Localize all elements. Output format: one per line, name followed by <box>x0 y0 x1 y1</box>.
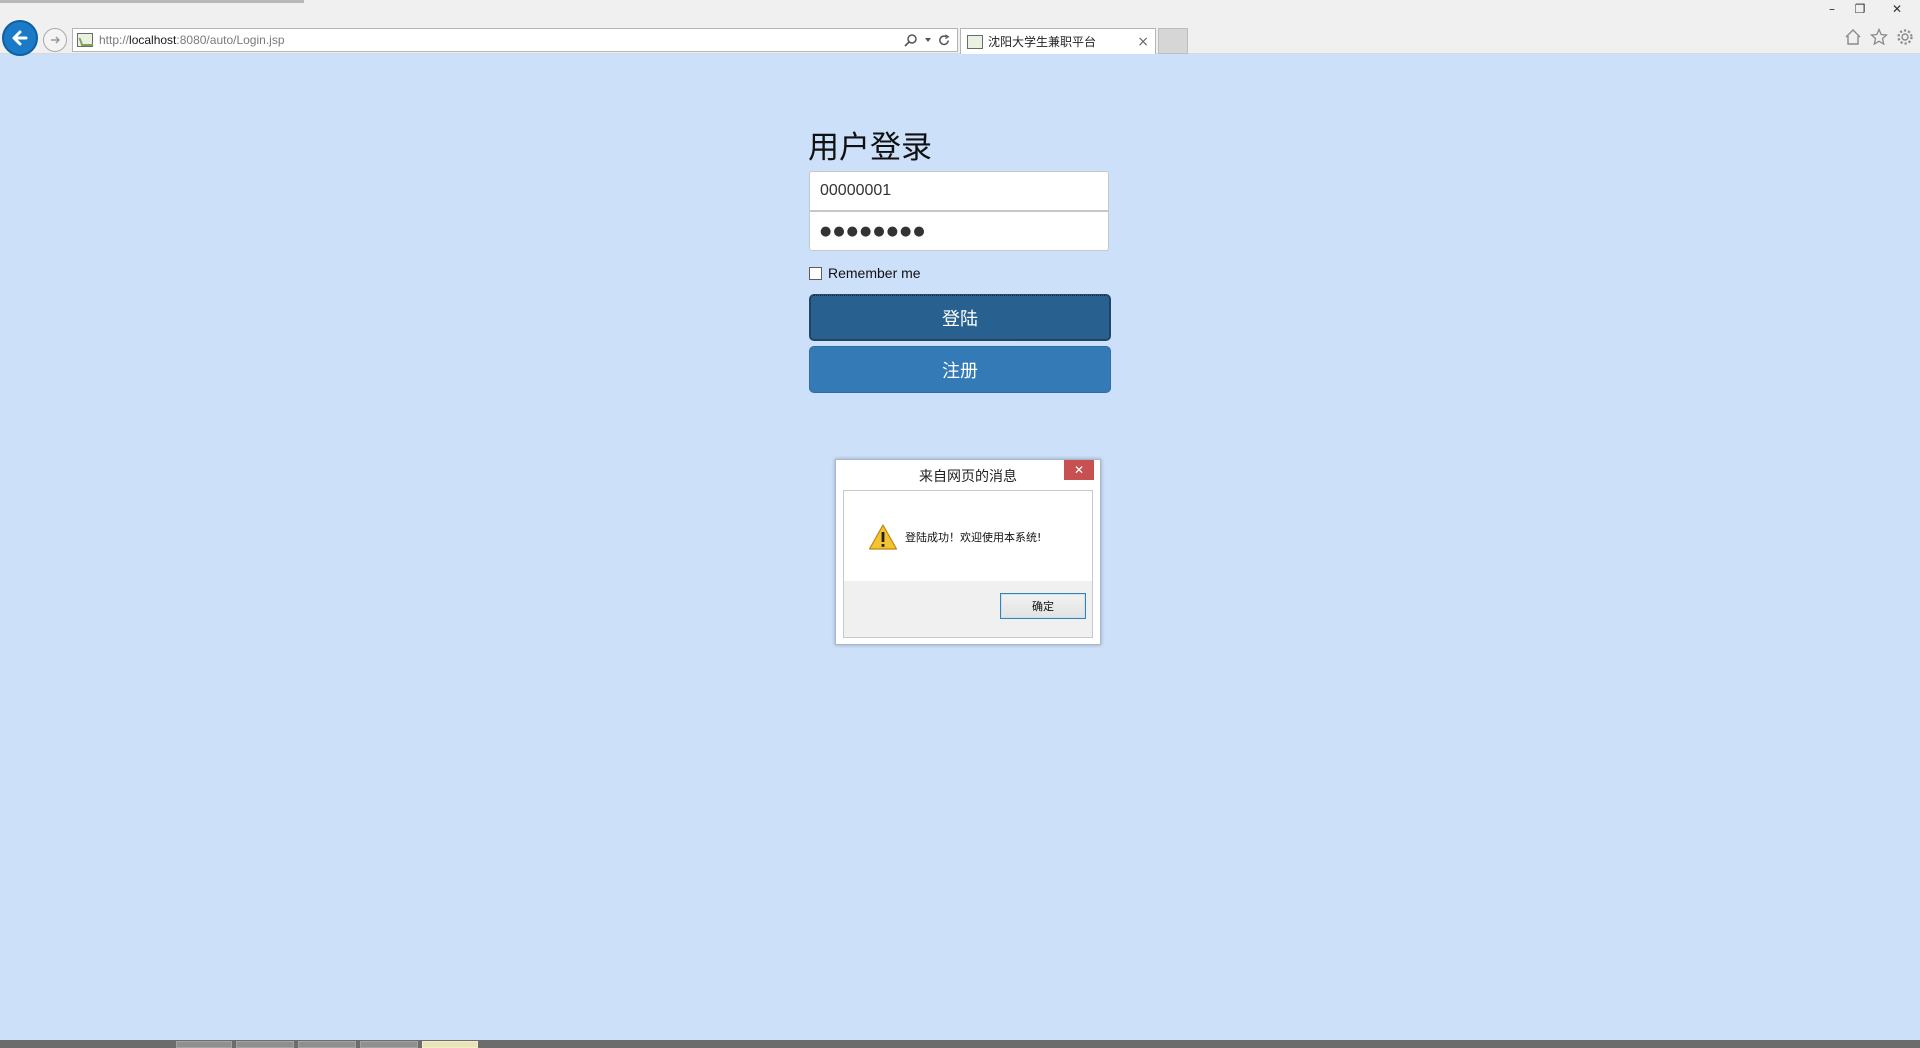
warning-icon <box>868 524 898 550</box>
dropdown-arrow-icon[interactable] <box>924 36 932 44</box>
window-controls: – ❐ ✕ <box>1818 0 1920 18</box>
dialog-body: 登陆成功！欢迎使用本系统! 确定 <box>843 490 1093 638</box>
address-bar[interactable]: http://localhost:8080/auto/Login.jsp <box>72 28 958 52</box>
browser-toolbar-icons <box>1844 28 1914 46</box>
settings-gear-icon[interactable] <box>1896 28 1914 46</box>
taskbar-item[interactable] <box>360 1041 418 1048</box>
restore-button[interactable]: ❐ <box>1846 0 1874 18</box>
remember-me-row: Remember me <box>809 263 1111 283</box>
dialog-titlebar: 来自网页的消息 ✕ <box>836 460 1100 490</box>
dialog-title: 来自网页的消息 <box>919 469 1017 485</box>
home-icon[interactable] <box>1844 28 1862 46</box>
alert-dialog: 来自网页的消息 ✕ 登陆成功！欢迎使用本系统! 确定 <box>835 459 1101 645</box>
favorites-star-icon[interactable] <box>1870 28 1888 46</box>
login-title: 用户登录 <box>808 130 932 166</box>
forward-arrow-icon <box>51 36 61 44</box>
login-form: 用户登录 Remember me 登陆 注册 <box>808 125 1111 393</box>
dialog-message: 登陆成功！欢迎使用本系统! <box>905 531 1042 544</box>
register-button[interactable]: 注册 <box>809 346 1111 393</box>
tab-close-icon[interactable]: × <box>1137 35 1149 49</box>
page-favicon-icon <box>77 33 93 47</box>
dialog-message-area: 登陆成功！欢迎使用本系统! <box>844 491 1092 583</box>
remember-me-label[interactable]: Remember me <box>828 265 921 281</box>
back-arrow-icon <box>12 30 28 46</box>
address-tools <box>904 33 951 47</box>
back-button[interactable] <box>2 20 38 56</box>
ok-button[interactable]: 确定 <box>1000 593 1086 619</box>
password-input[interactable] <box>809 211 1109 251</box>
tab-title: 沈阳大学生兼职平台 <box>988 35 1097 49</box>
window-close-button[interactable]: ✕ <box>1874 0 1920 18</box>
dialog-footer: 确定 <box>844 581 1092 637</box>
new-tab-button[interactable] <box>1158 28 1188 54</box>
taskbar-item-active[interactable] <box>422 1041 478 1048</box>
refresh-icon[interactable] <box>938 33 951 47</box>
login-button[interactable]: 登陆 <box>809 294 1111 341</box>
browser-tab-active[interactable]: 沈阳大学生兼职平台 × <box>960 28 1156 54</box>
remember-me-checkbox[interactable] <box>809 266 822 280</box>
forward-button[interactable] <box>43 28 67 52</box>
username-input[interactable] <box>809 171 1109 211</box>
window-edge <box>0 0 304 3</box>
taskbar <box>0 1040 1920 1048</box>
url-text[interactable]: http://localhost:8080/auto/Login.jsp <box>99 33 285 47</box>
dialog-close-button[interactable]: ✕ <box>1064 460 1094 480</box>
taskbar-item[interactable] <box>176 1041 232 1048</box>
tab-favicon-icon <box>967 34 983 49</box>
search-icon[interactable] <box>904 33 918 47</box>
taskbar-item[interactable] <box>298 1041 356 1048</box>
taskbar-item[interactable] <box>236 1041 294 1048</box>
minimize-button[interactable]: – <box>1818 0 1846 18</box>
browser-chrome: http://localhost:8080/auto/Login.jsp 沈阳大… <box>0 0 1920 56</box>
